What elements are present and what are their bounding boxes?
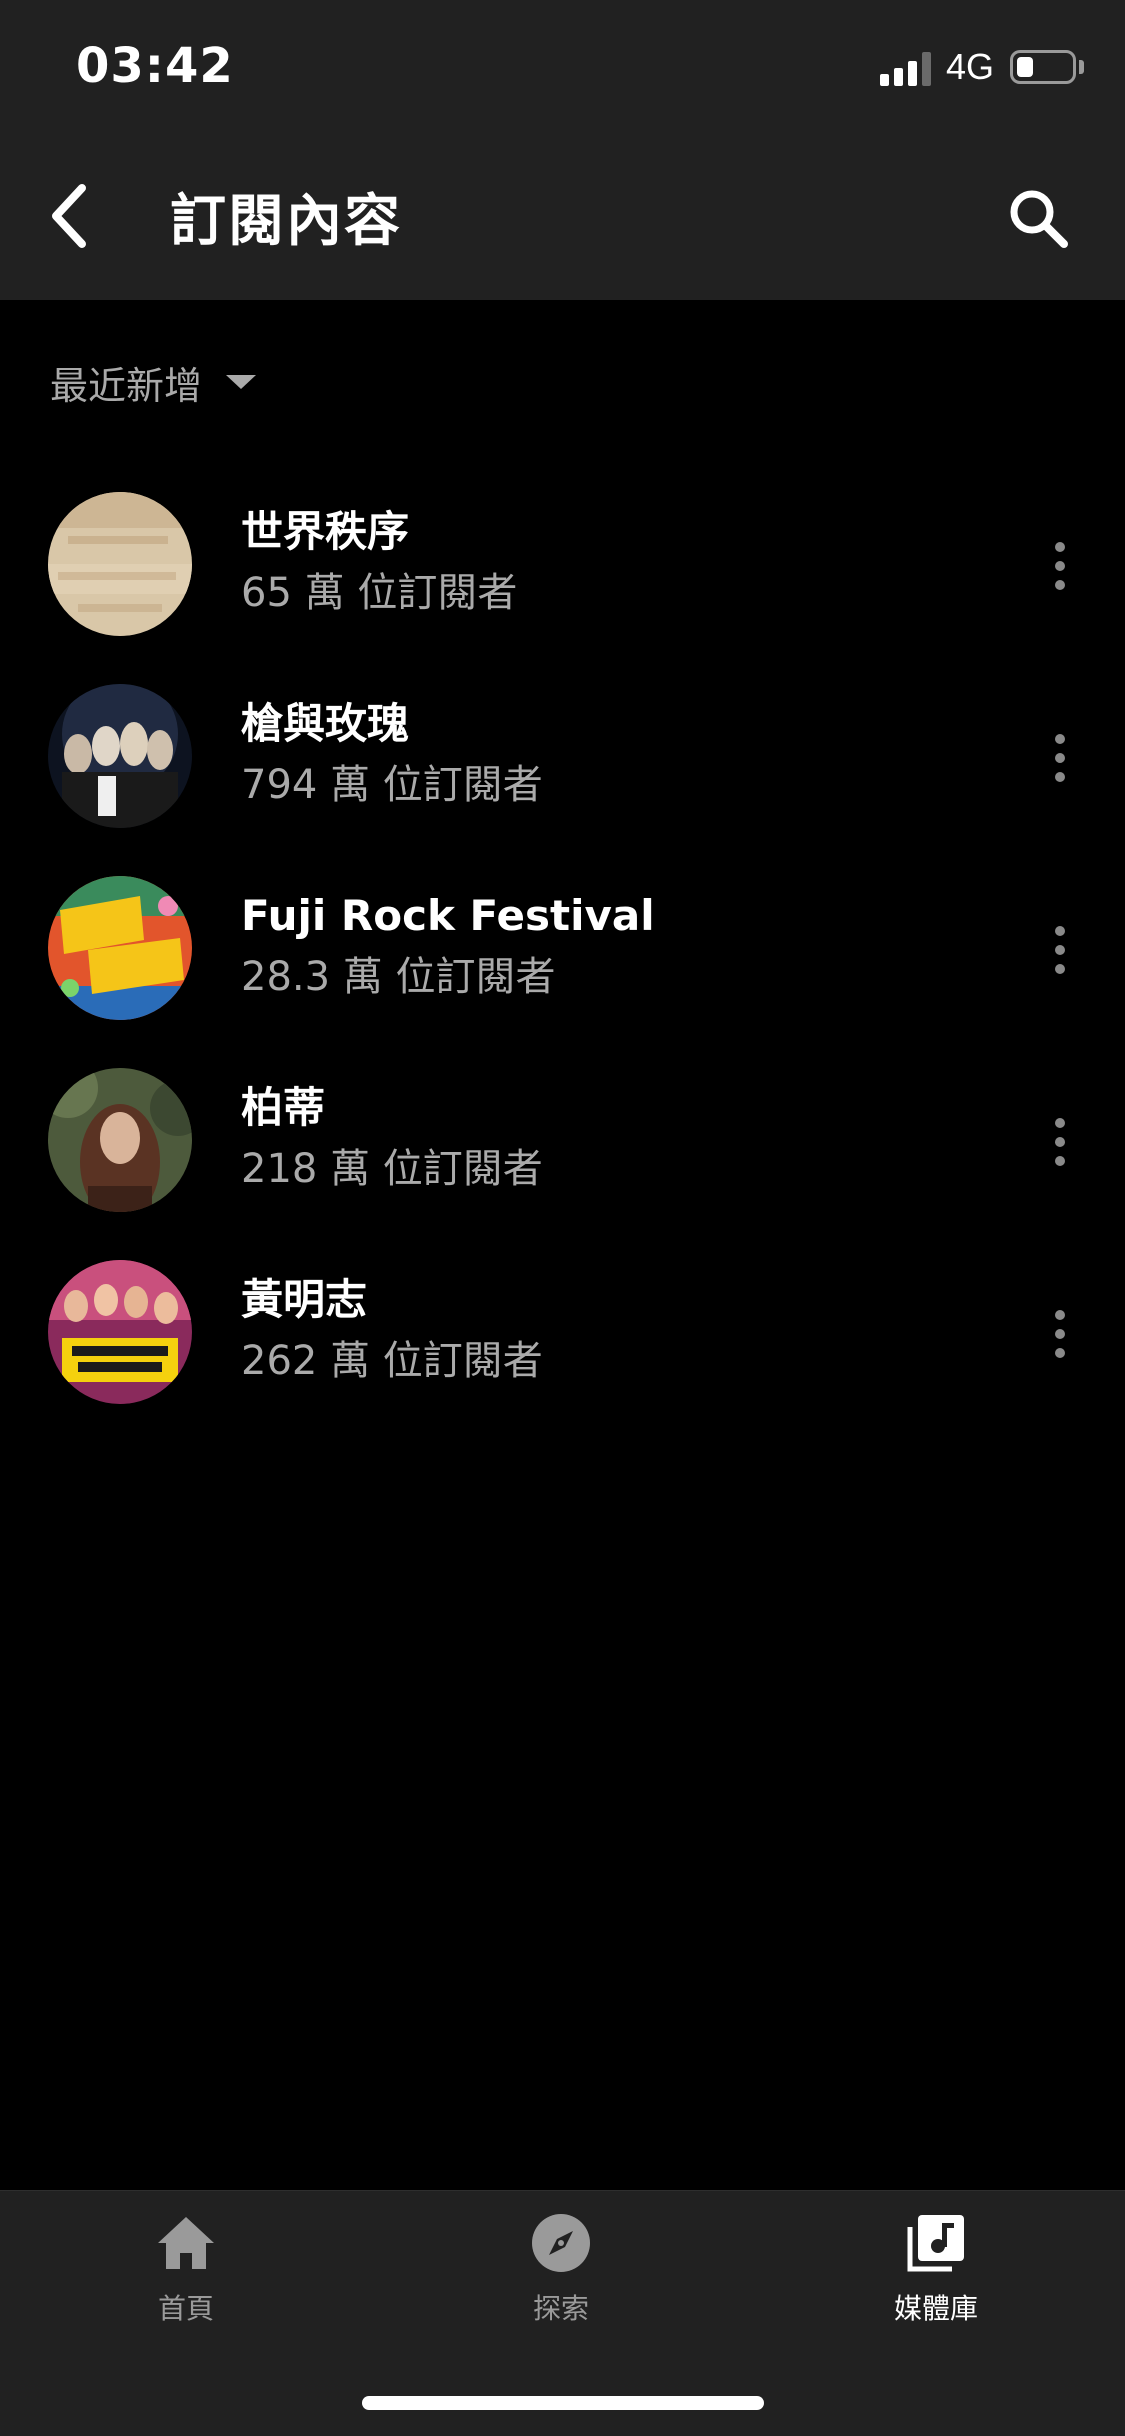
subscriber-count: 794 萬 位訂閱者 [241,762,543,808]
nav-label: 媒體庫 [893,2292,978,2325]
channel-avatar [48,876,192,1020]
more-options-icon[interactable] [1040,1304,1080,1364]
item-text: 槍與玫瑰 794 萬 位訂閱者 [241,696,543,814]
home-indicator[interactable] [362,2396,764,2410]
battery-cap [1079,60,1084,74]
network-label: 4G [946,46,995,87]
app-header: 訂閱內容 [0,132,1125,300]
item-text: 柏蒂 218 萬 位訂閱者 [241,1080,543,1198]
page-title: 訂閱內容 [170,189,402,254]
channel-avatar [48,1260,192,1404]
list-item[interactable]: Fuji Rock Festival 28.3 萬 位訂閱者 [0,864,1125,1056]
subscription-list: 世界秩序 65 萬 位訂閱者 槍與玫瑰 794 萬 位訂閱者 Fuji Rock… [0,480,1125,1440]
channel-avatar [48,492,192,636]
nav-home[interactable]: 首頁 [66,2211,306,2341]
more-options-icon[interactable] [1040,1112,1080,1172]
list-item[interactable]: 柏蒂 218 萬 位訂閱者 [0,1056,1125,1248]
back-button[interactable] [40,180,110,252]
subscriber-count: 28.3 萬 位訂閱者 [241,954,556,1000]
channel-name: 世界秩序 [241,507,410,556]
nav-label: 探索 [532,2292,589,2325]
item-text: Fuji Rock Festival 28.3 萬 位訂閱者 [241,888,655,1006]
library-icon [907,2215,964,2272]
nav-explore[interactable]: 探索 [441,2211,681,2341]
item-text: 黃明志 262 萬 位訂閱者 [241,1272,543,1390]
list-item[interactable]: 黃明志 262 萬 位訂閱者 [0,1248,1125,1440]
subscriber-count: 65 萬 位訂閱者 [241,570,518,616]
channel-name: Fuji Rock Festival [241,891,655,940]
home-icon [158,2217,214,2269]
channel-avatar [48,1068,192,1212]
subscriber-count: 218 萬 位訂閱者 [241,1146,543,1192]
sort-dropdown[interactable]: 最近新增 [50,352,257,412]
subscriber-count: 262 萬 位訂閱者 [241,1338,543,1384]
channel-avatar [48,684,192,828]
nav-label: 首頁 [157,2292,214,2325]
search-button[interactable] [1004,184,1076,256]
more-options-icon[interactable] [1040,920,1080,980]
channel-name: 柏蒂 [241,1083,326,1132]
caret-down-icon [226,375,257,389]
status-bar: 03:42 4G [0,0,1125,132]
search-icon [1010,190,1068,248]
channel-name: 槍與玫瑰 [241,699,410,748]
nav-library[interactable]: 媒體庫 [816,2211,1056,2341]
channel-name: 黃明志 [241,1275,368,1324]
signal-icon [880,52,932,86]
list-item[interactable]: 世界秩序 65 萬 位訂閱者 [0,480,1125,672]
battery-level [1017,57,1033,77]
battery-icon [1010,50,1076,84]
screen: 03:42 4G 訂閱內容 最近新增 世界秩序 65 萬 位訂閱者 槍與玫瑰 7… [0,0,1125,2436]
item-text: 世界秩序 65 萬 位訂閱者 [241,504,517,622]
compass-icon [532,2214,590,2272]
status-time: 03:42 [76,38,234,94]
chevron-left-icon [52,184,86,248]
sort-label: 最近新增 [50,363,203,408]
more-options-icon[interactable] [1040,728,1080,788]
more-options-icon[interactable] [1040,536,1080,596]
list-item[interactable]: 槍與玫瑰 794 萬 位訂閱者 [0,672,1125,864]
